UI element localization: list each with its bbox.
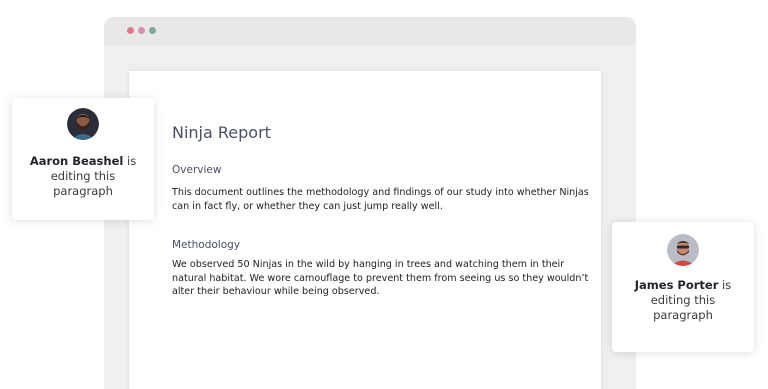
stage: Ninja Report Overview This document outl… bbox=[0, 0, 768, 389]
window-titlebar bbox=[104, 17, 636, 45]
document-title[interactable]: Ninja Report bbox=[172, 123, 271, 142]
minimize-window-dot-icon[interactable] bbox=[138, 27, 145, 34]
window-controls bbox=[127, 27, 156, 34]
paragraph-overview[interactable]: This document outlines the methodology a… bbox=[172, 186, 592, 213]
section-heading-methodology[interactable]: Methodology bbox=[172, 239, 240, 251]
maximize-window-dot-icon[interactable] bbox=[149, 27, 156, 34]
collaborator-status-james: James Porter is editing this paragraph bbox=[612, 278, 754, 323]
document-page[interactable]: Ninja Report Overview This document outl… bbox=[129, 71, 601, 389]
section-heading-overview[interactable]: Overview bbox=[172, 164, 221, 176]
collaborator-card-aaron: Aaron Beashel is editing this paragraph bbox=[12, 98, 154, 220]
collaborator-card-james: James Porter is editing this paragraph bbox=[612, 222, 754, 352]
collaborator-status-aaron: Aaron Beashel is editing this paragraph bbox=[12, 154, 154, 199]
person-avatar-icon bbox=[667, 234, 699, 266]
person-avatar-icon bbox=[67, 108, 99, 140]
collaborator-name: James Porter bbox=[634, 278, 719, 292]
avatar-aaron bbox=[67, 108, 99, 140]
collaborator-name: Aaron Beashel bbox=[29, 154, 124, 168]
document-window: Ninja Report Overview This document outl… bbox=[104, 17, 636, 389]
paragraph-methodology[interactable]: We observed 50 Ninjas in the wild by han… bbox=[172, 258, 592, 299]
avatar-james bbox=[667, 234, 699, 266]
close-window-dot-icon[interactable] bbox=[127, 27, 134, 34]
